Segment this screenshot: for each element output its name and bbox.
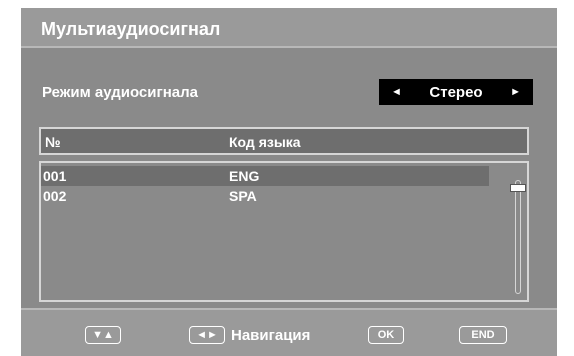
- table-header: № Код языка: [39, 127, 529, 155]
- menu-title: Мультиаудиосигнал: [41, 19, 221, 39]
- column-header-language-code: Код языка: [229, 134, 301, 150]
- list-item[interactable]: 001 ENG: [41, 166, 489, 186]
- scrollbar-thumb[interactable]: [510, 184, 526, 192]
- scrollbar-track[interactable]: [515, 180, 521, 294]
- track-number: 002: [43, 188, 67, 204]
- tv-screen: Мультиаудиосигнал Режим аудиосигнала ◄ С…: [0, 0, 574, 356]
- up-down-key-icon: ▼▲: [85, 326, 121, 344]
- list-item[interactable]: 002 SPA: [41, 186, 489, 206]
- audio-mode-label: Режим аудиосигнала: [42, 84, 198, 101]
- language-code: ENG: [229, 168, 260, 184]
- language-list: 001 ENG 002 SPA: [39, 161, 529, 302]
- audio-mode-value: Стерео: [429, 83, 483, 101]
- ok-key-icon: OK: [368, 326, 404, 344]
- menu-panel: Режим аудиосигнала ◄ Стерео ► № Код язык…: [21, 46, 557, 310]
- multi-audio-menu: Мультиаудиосигнал Режим аудиосигнала ◄ С…: [21, 8, 557, 356]
- audio-mode-selector[interactable]: ◄ Стерео ►: [379, 79, 533, 105]
- end-key-icon: END: [459, 326, 507, 344]
- left-right-key-icon: ◄►: [189, 326, 225, 344]
- footer-hints: ▼▲ ◄► Навигация OK END: [21, 310, 557, 356]
- left-arrow-icon[interactable]: ◄: [391, 86, 402, 98]
- right-arrow-icon[interactable]: ►: [510, 86, 521, 98]
- track-number: 001: [43, 168, 67, 184]
- language-code: SPA: [229, 188, 257, 204]
- column-header-number: №: [45, 134, 61, 150]
- navigation-label: Навигация: [231, 327, 311, 344]
